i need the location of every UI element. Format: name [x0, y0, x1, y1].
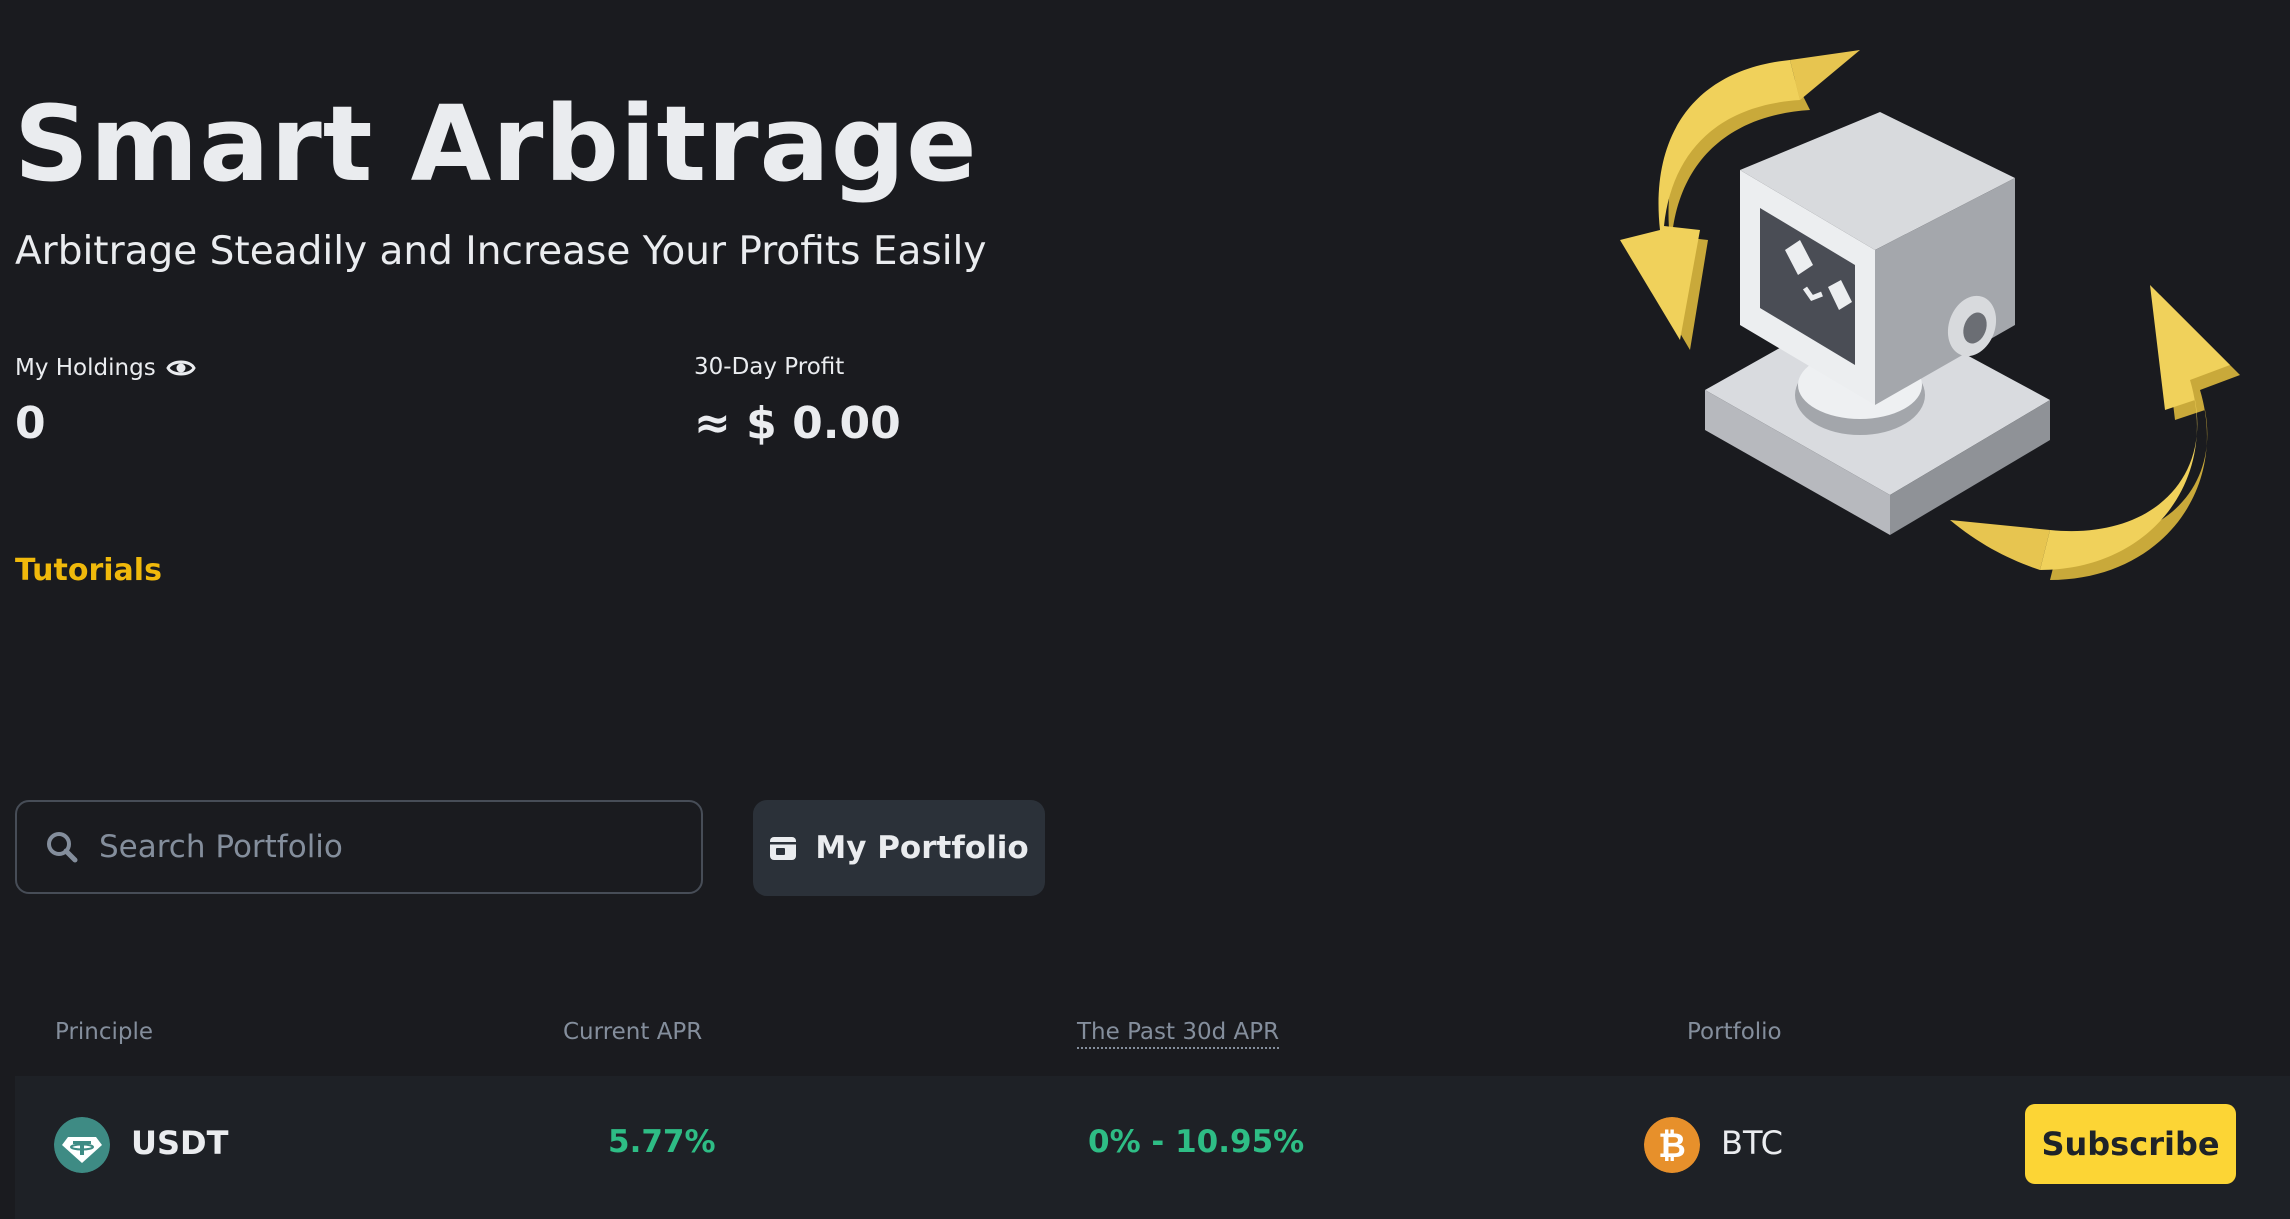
svg-text:₿: ₿ [1658, 1126, 1686, 1166]
page-title: Smart Arbitrage [14, 83, 978, 205]
wallet-icon [770, 837, 797, 860]
search-icon [47, 832, 78, 863]
current-apr-value: 5.77% [608, 1124, 716, 1160]
tutorials-link[interactable]: Tutorials [15, 556, 162, 586]
holdings-label: My Holdings [15, 354, 156, 381]
page-subtitle: Arbitrage Steadily and Increase Your Pro… [15, 229, 987, 274]
search-input[interactable] [97, 828, 661, 866]
past-30d-apr-value: 0% - 10.95% [1088, 1124, 1305, 1160]
holdings-label-group: My Holdings [15, 356, 196, 380]
my-portfolio-label: My Portfolio [815, 830, 1029, 866]
bitcoin-coin-icon: ₿ [1644, 1117, 1700, 1173]
column-header-past-30d-apr[interactable]: The Past 30d APR [1077, 1021, 1280, 1049]
page: Smart Arbitrage Arbitrage Steadily and I… [0, 0, 2290, 1219]
profit-value: ≈ $ 0.00 [694, 398, 901, 449]
search-box[interactable] [15, 800, 703, 894]
tether-coin-icon [54, 1117, 110, 1173]
principle-name: USDT [131, 1124, 229, 1162]
my-portfolio-button[interactable]: My Portfolio [753, 800, 1045, 896]
eye-icon[interactable] [166, 356, 196, 380]
column-header-principle: Principle [55, 1019, 154, 1045]
arbitrage-robot-illustration [1620, 50, 2240, 580]
holdings-value: 0 [15, 398, 46, 449]
portfolio-asset: BTC [1721, 1124, 1783, 1162]
column-header-portfolio: Portfolio [1687, 1019, 1782, 1045]
subscribe-button[interactable]: Subscribe [2025, 1104, 2236, 1184]
profit-label: 30-Day Profit [694, 354, 845, 380]
column-header-current-apr: Current APR [563, 1019, 703, 1045]
